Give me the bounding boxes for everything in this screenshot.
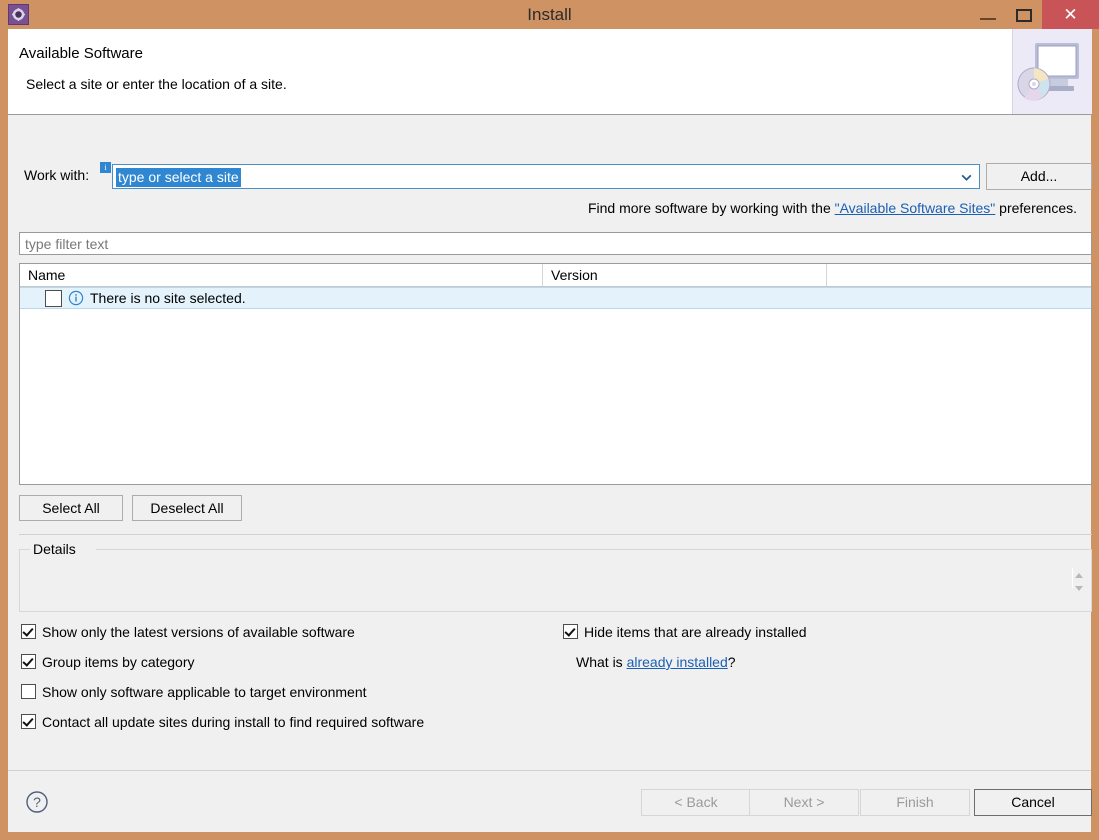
option-label: Show only software applicable to target … <box>42 684 367 700</box>
find-more-suffix: preferences. <box>995 200 1077 216</box>
maximize-icon <box>1016 9 1032 22</box>
filter-input[interactable]: type filter text <box>19 232 1092 255</box>
option-label: Show only the latest versions of availab… <box>42 624 355 640</box>
up-down-spinner-icon[interactable] <box>1072 568 1086 596</box>
help-circle-icon[interactable]: ? <box>24 789 50 815</box>
column-header-name[interactable]: Name <box>20 264 543 286</box>
back-button[interactable]: < Back <box>641 789 751 816</box>
what-is-prefix: What is <box>576 654 627 670</box>
row-name-cell: There is no site selected. <box>90 290 246 306</box>
footer-separator <box>8 770 1091 771</box>
details-panel <box>19 549 1092 612</box>
wizard-banner: Available Software Select a site or ente… <box>8 29 1092 115</box>
checkbox-hide-installed[interactable] <box>563 624 578 639</box>
table-row[interactable]: There is no site selected. <box>20 287 1091 309</box>
details-separator <box>19 534 1092 535</box>
option-label: Hide items that are already installed <box>584 624 807 640</box>
already-installed-link[interactable]: already installed <box>627 654 728 670</box>
close-button[interactable]: ✕ <box>1042 0 1099 29</box>
column-header-blank[interactable] <box>827 264 1091 286</box>
checkbox-applicable-to-target[interactable] <box>21 684 36 699</box>
what-is-suffix: ? <box>727 654 736 670</box>
deselect-all-button[interactable]: Deselect All <box>132 495 242 521</box>
cancel-button[interactable]: Cancel <box>974 789 1092 816</box>
details-scroll-track <box>1072 568 1073 588</box>
checkbox-group-by-category[interactable] <box>21 654 36 669</box>
finish-button[interactable]: Finish <box>860 789 970 816</box>
dialog-client-area: Available Software Select a site or ente… <box>8 29 1092 832</box>
minimize-button[interactable] <box>970 0 1006 29</box>
monitor-cd-icon <box>1012 29 1092 114</box>
title-bar: Install ✕ <box>0 0 1099 29</box>
option-label: Group items by category <box>42 654 195 670</box>
page-title: Available Software <box>19 45 143 62</box>
svg-text:?: ? <box>33 794 41 810</box>
close-icon: ✕ <box>1063 5 1078 24</box>
checkbox-contact-update-sites[interactable] <box>21 714 36 729</box>
filter-placeholder: type filter text <box>25 236 109 252</box>
info-circle-icon <box>68 290 84 306</box>
details-label: Details <box>30 541 79 557</box>
available-software-table[interactable]: Name Version There is no site selected. <box>19 263 1092 485</box>
details-scrollbar[interactable] <box>1072 568 1086 596</box>
install-dialog-window: Install ✕ Available Software Select a si… <box>0 0 1099 840</box>
work-with-label: Work with: <box>24 167 90 183</box>
option-label: Contact all update sites during install … <box>42 714 425 730</box>
next-button[interactable]: Next > <box>749 789 859 816</box>
info-badge-icon: i <box>100 162 111 173</box>
work-with-combo[interactable]: type or select a site <box>112 164 980 189</box>
table-header: Name Version <box>20 264 1091 287</box>
window-title: Install <box>527 5 572 24</box>
checkbox-show-latest-versions[interactable] <box>21 624 36 639</box>
help-button[interactable]: ? <box>24 789 50 815</box>
chevron-down-icon[interactable] <box>960 171 973 184</box>
select-all-button[interactable]: Select All <box>19 495 123 521</box>
monitor-cd-graphic <box>1013 29 1092 114</box>
work-with-combo-value: type or select a site <box>116 168 241 187</box>
find-more-software-text: Find more software by working with the "… <box>588 200 1077 216</box>
page-subtitle: Select a site or enter the location of a… <box>26 76 287 92</box>
what-is-already-installed: What is already installed? <box>576 652 736 672</box>
maximize-button[interactable] <box>1006 0 1042 29</box>
add-site-button[interactable]: Add... <box>986 163 1092 190</box>
column-header-version[interactable]: Version <box>543 264 827 286</box>
minimize-icon <box>980 18 996 20</box>
row-checkbox[interactable] <box>45 290 62 307</box>
available-software-sites-link[interactable]: "Available Software Sites" <box>835 200 996 216</box>
find-more-prefix: Find more software by working with the <box>587 200 835 216</box>
